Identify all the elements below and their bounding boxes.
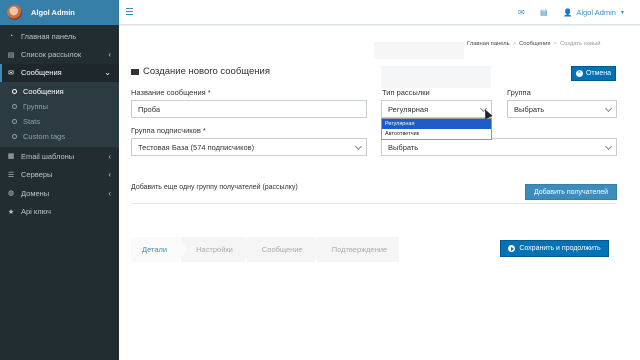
add-group-text: Добавить еще одну группу получателей (ра… xyxy=(131,184,298,191)
secondary-select[interactable]: Выбрать xyxy=(381,138,617,156)
circle-icon xyxy=(12,119,17,125)
sidebar-item-label: Главная панель xyxy=(21,31,77,41)
sidebar-item-label: Серверы xyxy=(21,170,53,180)
sidebar-menu: ◔ Главная панель ▤ Список рассылок ‹ ✉ С… xyxy=(0,25,119,221)
chevron-left-icon: ‹ xyxy=(108,170,111,180)
step-settings[interactable]: Настройки xyxy=(181,237,253,262)
sidebar-item-servers[interactable]: ☰ Серверы ‹ xyxy=(0,166,119,184)
caret-down-icon: ▼ xyxy=(619,9,625,16)
step-details[interactable]: Детали xyxy=(131,237,188,262)
type-option-regular[interactable]: Регулярная xyxy=(382,119,491,129)
sidebar-subitem-custom-tags[interactable]: Custom tags xyxy=(0,129,119,144)
subscribers-select-value: Тестовая База (574 подписчиков) xyxy=(138,142,255,152)
hamburger-icon[interactable] xyxy=(126,8,133,15)
top-navbar: ✉ ▤ 👤 Algol Admin ▼ xyxy=(119,0,640,25)
sidebar-item-label: Email шаблоны xyxy=(21,151,75,161)
chevron-left-icon: ‹ xyxy=(108,50,111,60)
globe-icon: ◍ xyxy=(7,190,15,198)
group-select[interactable]: Выбрать xyxy=(507,100,617,118)
breadcrumb-link[interactable]: Сообщения xyxy=(519,41,550,47)
message-name-input[interactable]: Проба xyxy=(131,100,367,118)
secondary-select-value: Выбрать xyxy=(388,142,419,152)
sidebar-item-label: Сообщения xyxy=(21,68,62,78)
envelope-icon: ✉ xyxy=(8,69,14,77)
sidebar-subitem-groups[interactable]: Группы xyxy=(0,99,119,114)
chevron-down-icon xyxy=(604,142,613,151)
sidebar-submenu: Сообщения Группы Stats Custom tags xyxy=(0,82,119,148)
envelope-icon xyxy=(131,68,139,75)
sidebar: Algol Admin ◔ Главная панель ▤ Список ра… xyxy=(0,0,119,360)
wizard-steps: Детали Настройки Сообщение Подтверждение xyxy=(131,237,531,262)
circle-icon xyxy=(12,104,17,110)
chevron-down-icon xyxy=(354,142,363,151)
save-continue-label: Сохранить и продолжить xyxy=(519,245,601,252)
message-name-value: Проба xyxy=(138,104,161,114)
breadcrumb-link[interactable]: Главная панель xyxy=(467,41,510,47)
chevron-left-icon: ‹ xyxy=(108,151,111,161)
user-menu[interactable]: 👤 Algol Admin ▼ xyxy=(563,8,625,17)
ghost-overlay xyxy=(374,42,464,59)
circle-icon xyxy=(12,134,17,140)
add-recipients-button[interactable]: Добавить получателей xyxy=(525,184,617,200)
type-select[interactable]: Регулярная xyxy=(381,100,492,118)
chevron-down-icon xyxy=(604,104,613,113)
chevron-left-icon: ‹ xyxy=(108,188,111,198)
breadcrumb-separator: > xyxy=(512,41,517,47)
sidebar-subitem-label: Stats xyxy=(23,117,41,127)
close-circle-icon: × xyxy=(575,70,583,77)
sidebar-item-label: Api ключ xyxy=(21,207,52,217)
sidebar-subitem-label: Custom tags xyxy=(23,132,66,142)
breadcrumb-separator: > xyxy=(553,41,557,47)
doc-icon[interactable]: ▤ xyxy=(540,8,548,17)
subscribers-select[interactable]: Тестовая База (574 подписчиков) xyxy=(131,138,367,156)
breadcrumb: Главная панель > Сообщения > Создать новый xyxy=(467,41,601,47)
type-label: Тип рассылки xyxy=(382,88,430,97)
server-icon: ☰ xyxy=(7,171,15,179)
chevron-down-icon: ⌄ xyxy=(104,68,111,78)
sidebar-item-label: Домены xyxy=(21,188,50,198)
step-confirmation[interactable]: Подтверждение xyxy=(316,237,400,262)
type-dropdown-list[interactable]: Регулярная Автоответчик xyxy=(381,118,492,140)
circle-icon xyxy=(12,89,17,95)
sidebar-item-dashboard[interactable]: ◔ Главная панель xyxy=(0,27,119,45)
cancel-button-label: Отмена xyxy=(585,70,612,77)
type-select-value: Регулярная xyxy=(388,104,429,114)
avatar xyxy=(7,5,22,20)
save-continue-button[interactable]: Сохранить и продолжить xyxy=(500,240,609,257)
user-icon: 👤 xyxy=(563,8,573,17)
sidebar-item-label: Список рассылок xyxy=(21,50,82,60)
sidebar-item-email-templates[interactable]: ▦ Email шаблоны ‹ xyxy=(0,147,119,165)
page-title-text: Создание нового сообщения xyxy=(143,66,270,77)
list-icon: ▤ xyxy=(7,51,15,59)
sidebar-user-panel[interactable]: Algol Admin xyxy=(0,0,119,25)
ghost-overlay xyxy=(381,66,491,88)
play-circle-icon xyxy=(508,245,516,252)
sidebar-item-domains[interactable]: ◍ Домены ‹ xyxy=(0,184,119,202)
name-label: Название сообщения * xyxy=(131,88,211,97)
group-select-value: Выбрать xyxy=(514,104,545,114)
step-message[interactable]: Сообщение xyxy=(246,237,323,262)
sidebar-item-api-key[interactable]: ★ Api ключ xyxy=(0,202,119,220)
group-label: Группа xyxy=(507,88,531,97)
subscribers-label: Группа подписчиков * xyxy=(131,126,206,135)
divider xyxy=(131,203,617,204)
sidebar-subitem-messages[interactable]: Сообщения xyxy=(0,84,119,99)
sidebar-subitem-label: Группы xyxy=(23,102,48,112)
sidebar-item-lists[interactable]: ▤ Список рассылок ‹ xyxy=(0,45,119,63)
page-title: Создание нового сообщения xyxy=(131,66,270,77)
sidebar-subitem-label: Сообщения xyxy=(23,87,64,97)
template-icon: ▦ xyxy=(7,153,15,161)
type-option-autoresponder[interactable]: Автоответчик xyxy=(382,129,491,139)
breadcrumb-current: Создать новый xyxy=(559,41,601,47)
sidebar-subitem-stats[interactable]: Stats xyxy=(0,114,119,129)
mail-icon[interactable]: ✉ xyxy=(518,8,525,17)
sidebar-item-messages[interactable]: ✉ Сообщения ⌄ xyxy=(0,63,119,83)
main-content: Главная панель > Сообщения > Создать новый С… xyxy=(119,26,640,360)
dashboard-icon: ◔ xyxy=(8,32,14,40)
star-icon: ★ xyxy=(7,208,15,216)
sidebar-user-name: Algol Admin xyxy=(31,8,75,17)
cancel-button[interactable]: × Отмена xyxy=(571,66,616,81)
user-name: Algol Admin xyxy=(576,8,616,17)
